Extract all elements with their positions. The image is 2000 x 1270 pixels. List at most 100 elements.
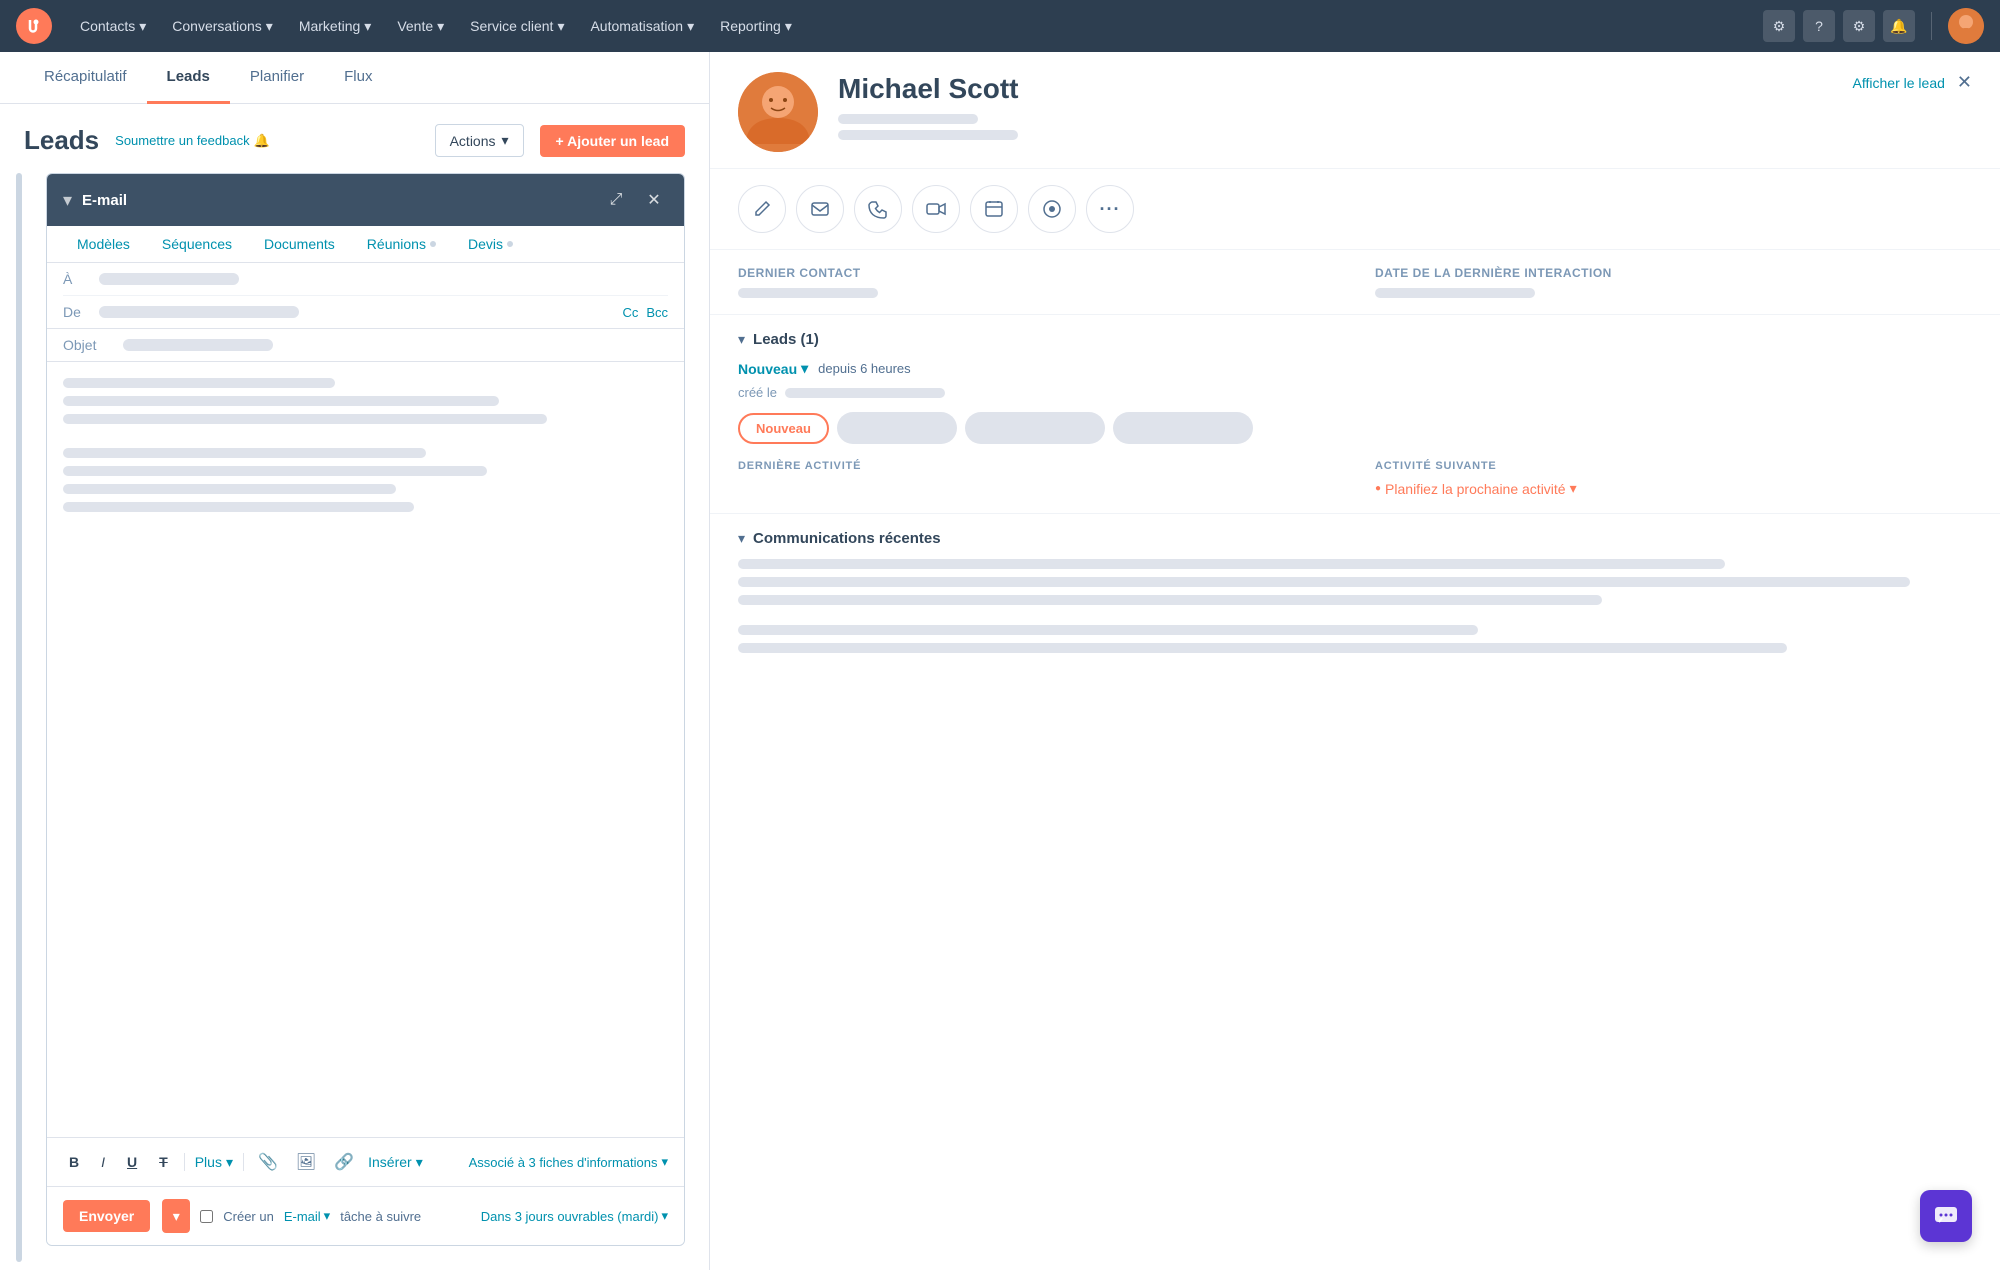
body-line-7 (63, 502, 414, 512)
task-checkbox-input[interactable] (200, 1210, 213, 1223)
from-value[interactable] (99, 306, 299, 318)
email-toolbar-tabs: Modèles Séquences Documents Réunions Dev… (47, 226, 684, 263)
email-tab-modeles[interactable]: Modèles (63, 226, 144, 262)
nav-item-service-client[interactable]: Service client ▾ (458, 10, 576, 43)
calendar-button[interactable] (970, 185, 1018, 233)
comms-toggle[interactable]: ▾ (738, 530, 745, 547)
video-button[interactable] (912, 185, 960, 233)
actions-button[interactable]: Actions ▾ (435, 124, 524, 157)
action-buttons-row: ··· (710, 169, 2000, 250)
to-field-row: À (63, 263, 668, 296)
nav-search-button[interactable]: ⚙ (1763, 10, 1795, 42)
more-actions-button[interactable]: ··· (1086, 185, 1134, 233)
contact-avatar (738, 72, 818, 152)
comms-section: ▾ Communications récentes (710, 514, 2000, 677)
nav-help-button[interactable]: ? (1803, 10, 1835, 42)
email-body[interactable] (47, 362, 684, 1137)
nav-item-contacts[interactable]: Contacts ▾ (68, 10, 158, 43)
status-badge-new[interactable]: Nouveau ▾ (738, 360, 808, 377)
edit-button[interactable] (738, 185, 786, 233)
left-panel: Récapitulatif Leads Planifier Flux Leads… (0, 52, 710, 1270)
expand-icon[interactable]: ⤢ (602, 186, 630, 214)
email-tab-sequences[interactable]: Séquences (148, 226, 246, 262)
link-icon[interactable]: 🔗 (330, 1148, 358, 1176)
hubspot-logo[interactable] (16, 8, 52, 44)
body-line-6 (63, 484, 396, 494)
leads-header: Leads Soumettre un feedback 🔔 Actions ▾ … (0, 104, 709, 173)
left-indicator (16, 173, 22, 1262)
comm-line-4 (738, 625, 1478, 635)
nav-item-automatisation[interactable]: Automatisation ▾ (578, 10, 706, 43)
nav-item-marketing[interactable]: Marketing ▾ (287, 10, 384, 43)
activity-row: DERNIÈRE ACTIVITÉ ACTIVITÉ SUIVANTE ● Pl… (738, 460, 1972, 497)
email-button[interactable] (796, 185, 844, 233)
tab-recapitulatif[interactable]: Récapitulatif (24, 52, 147, 104)
status-pill-nouveau[interactable]: Nouveau (738, 413, 829, 444)
underline-button[interactable]: U (121, 1150, 143, 1174)
image-icon[interactable]: 🖼 (292, 1148, 320, 1176)
contact-header: Michael Scott Afficher le lead ✕ (710, 52, 2000, 169)
status-pill-4[interactable] (1113, 412, 1253, 444)
associate-button[interactable]: Associé à 3 fiches d'informations ▾ (469, 1154, 668, 1170)
task-button[interactable] (1028, 185, 1076, 233)
body-line-1 (63, 378, 335, 388)
dernier-contact-col: Dernier contact (738, 266, 1335, 298)
user-avatar[interactable] (1948, 8, 1984, 44)
bcc-button[interactable]: Bcc (646, 305, 668, 320)
nav-item-vente[interactable]: Vente ▾ (385, 10, 456, 43)
email-type-tag[interactable]: E-mail ▾ (284, 1208, 330, 1224)
tab-planifier[interactable]: Planifier (230, 52, 324, 104)
nav-item-conversations[interactable]: Conversations ▾ (160, 10, 285, 43)
lead-status-row: Nouveau ▾ depuis 6 heures (738, 360, 1972, 377)
email-tab-documents[interactable]: Documents (250, 226, 349, 262)
leads-section-toggle[interactable]: ▾ (738, 331, 745, 348)
chat-fab-button[interactable] (1920, 1190, 1972, 1242)
close-contact-icon[interactable]: ✕ (1957, 72, 1972, 93)
attachment-icon[interactable]: 📎 (254, 1148, 282, 1176)
days-button[interactable]: Dans 3 jours ouvrables (mardi) ▾ (481, 1208, 668, 1224)
bold-button[interactable]: B (63, 1150, 85, 1174)
status-pill-3[interactable] (965, 412, 1105, 444)
status-pill-2[interactable] (837, 412, 957, 444)
comm-line-5 (738, 643, 1787, 653)
cc-button[interactable]: Cc (622, 305, 638, 320)
nav-items: Contacts ▾ Conversations ▾ Marketing ▾ V… (68, 10, 1759, 43)
tab-flux[interactable]: Flux (324, 52, 392, 104)
email-tab-reunions[interactable]: Réunions (353, 226, 450, 262)
email-header: ▾ E-mail ⤢ ✕ (47, 174, 684, 226)
close-email-icon[interactable]: ✕ (640, 186, 668, 214)
body-line-5 (63, 466, 487, 476)
subject-label: Objet (63, 337, 123, 353)
details-row: Dernier contact Date de la dernière inte… (738, 266, 1972, 298)
devis-dot (507, 241, 513, 247)
main-layout: Récapitulatif Leads Planifier Flux Leads… (0, 52, 2000, 1270)
afficher-lead-link[interactable]: Afficher le lead (1853, 75, 1945, 91)
add-lead-button[interactable]: + Ajouter un lead (540, 125, 685, 157)
insert-button[interactable]: Insérer ▾ (368, 1154, 423, 1171)
comm-line-2 (738, 577, 1910, 587)
reunions-dot (430, 241, 436, 247)
contact-details: Dernier contact Date de la dernière inte… (710, 250, 2000, 315)
created-row: créé le (738, 385, 1972, 400)
email-title: E-mail (82, 192, 592, 209)
nav-settings-button[interactable]: ⚙ (1843, 10, 1875, 42)
nav-item-reporting[interactable]: Reporting ▾ (708, 10, 804, 43)
subject-value[interactable] (123, 339, 273, 351)
phone-button[interactable] (854, 185, 902, 233)
cc-bcc-actions: Cc Bcc (622, 305, 668, 320)
feedback-link[interactable]: Soumettre un feedback 🔔 (115, 133, 270, 149)
send-button[interactable]: Envoyer (63, 1200, 150, 1232)
page-title: Leads (24, 125, 99, 156)
italic-button[interactable]: I (95, 1150, 111, 1174)
email-tab-devis[interactable]: Devis (454, 226, 527, 262)
collapse-icon[interactable]: ▾ (63, 190, 72, 211)
send-arrow-button[interactable]: ▾ (162, 1199, 190, 1233)
nav-notification-button[interactable]: 🔔 (1883, 10, 1915, 42)
planifier-dot: ● (1375, 483, 1381, 494)
plus-button[interactable]: Plus ▾ (195, 1154, 233, 1171)
planifier-button[interactable]: ● Planifiez la prochaine activité ▾ (1375, 480, 1972, 497)
to-value[interactable] (99, 273, 239, 285)
tab-leads[interactable]: Leads (147, 52, 230, 104)
contact-name: Michael Scott (838, 72, 1972, 106)
strikethrough-button[interactable]: T (153, 1150, 174, 1174)
